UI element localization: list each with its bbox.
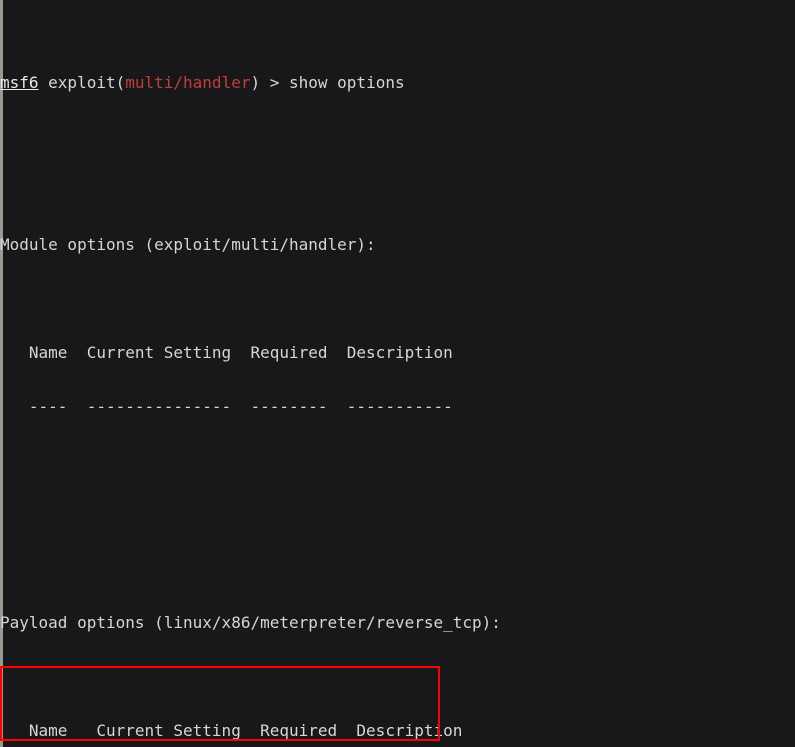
prompt-sep-open: exploit( <box>38 74 126 92</box>
module-options-divider: ---- --------------- -------- ----------… <box>0 398 453 416</box>
payload-options-header: Name Current Setting Required Descriptio… <box>0 722 463 740</box>
prompt-line-show-options: msf6 exploit(multi/handler) > show optio… <box>0 74 795 92</box>
payload-options-heading: Payload options (linux/x86/meterpreter/r… <box>0 614 501 632</box>
module-name: multi/handler <box>125 74 251 92</box>
prompt-sep-close: ) > <box>250 74 289 92</box>
msf-prompt-name: msf6 <box>0 74 39 92</box>
typed-command: show options <box>289 74 405 92</box>
module-options-heading: Module options (exploit/multi/handler): <box>0 236 376 254</box>
module-options-header: Name Current Setting Required Descriptio… <box>0 344 453 362</box>
terminal-window: msf6 exploit(multi/handler) > show optio… <box>0 0 795 747</box>
terminal-screen[interactable]: msf6 exploit(multi/handler) > show optio… <box>0 0 795 747</box>
